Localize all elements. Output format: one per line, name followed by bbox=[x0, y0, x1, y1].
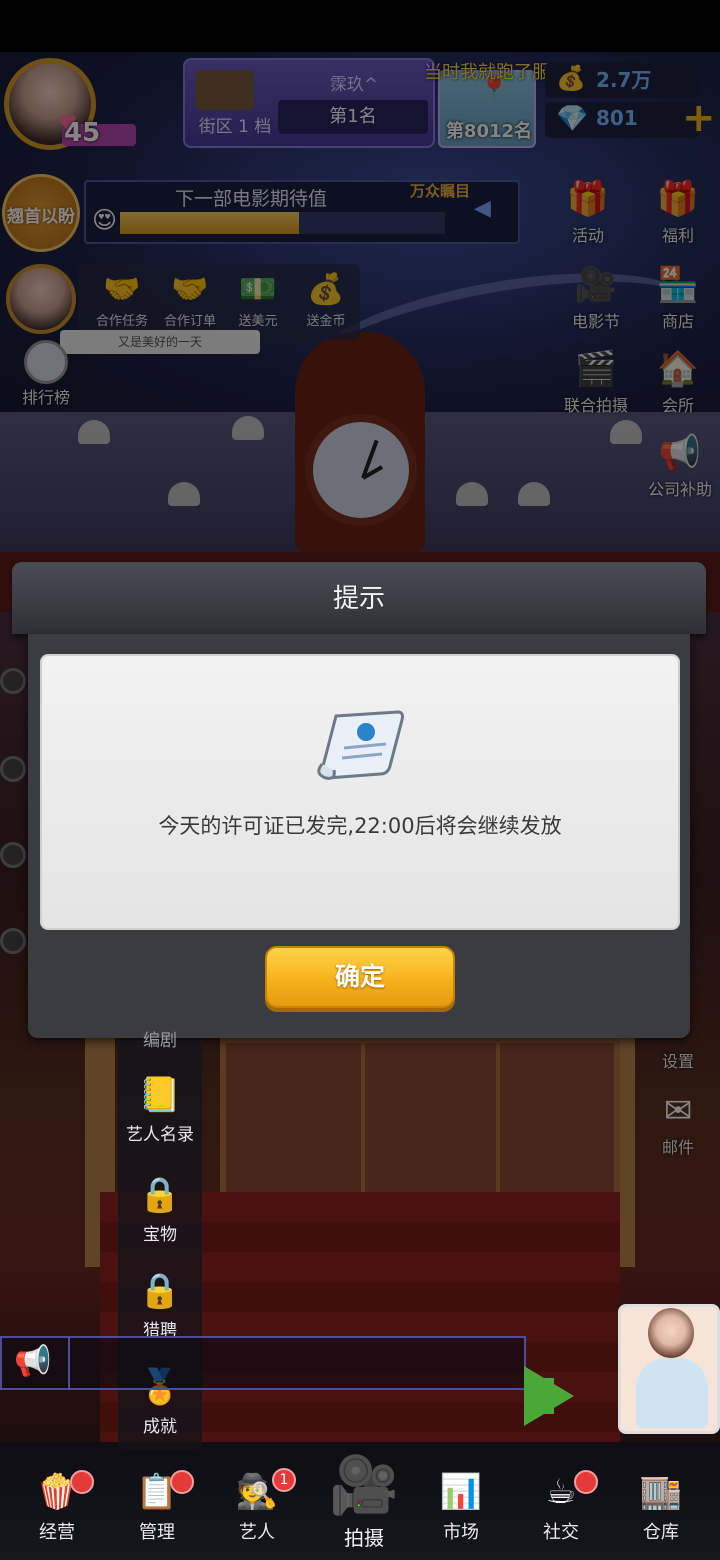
nav-market[interactable]: 📊 市场 bbox=[416, 1466, 506, 1544]
chat-separator bbox=[68, 1336, 70, 1390]
expand-arrow-icon[interactable] bbox=[524, 1366, 574, 1426]
menu-script[interactable]: 编剧 bbox=[118, 1026, 202, 1051]
menu-treasure[interactable]: 🔒 宝物 bbox=[118, 1170, 202, 1245]
dialog-content-card bbox=[40, 654, 680, 930]
confirm-button[interactable]: 确定 bbox=[265, 946, 455, 1008]
notification-dot bbox=[170, 1470, 194, 1494]
menu-headhunt[interactable]: 🔒 猎聘 bbox=[118, 1266, 202, 1341]
megaphone-icon[interactable]: 📢 bbox=[14, 1344, 51, 1379]
treasure-lock-icon: 🔒 bbox=[138, 1175, 182, 1215]
market-icon: 📊 bbox=[439, 1472, 483, 1512]
guide-character-head bbox=[648, 1308, 694, 1358]
film-camera-icon: 🎥 bbox=[329, 1453, 399, 1518]
license-scroll-icon bbox=[317, 710, 404, 780]
headhunt-lock-icon: 🔒 bbox=[138, 1271, 182, 1311]
notification-dot bbox=[70, 1470, 94, 1494]
nav-warehouse[interactable]: 🏬 仓库 bbox=[616, 1466, 706, 1544]
dialog-title: 提示 bbox=[332, 584, 385, 614]
nav-shoot[interactable]: 🎥 拍摄 bbox=[316, 1444, 412, 1551]
notification-dot bbox=[574, 1470, 598, 1494]
chat-bar[interactable] bbox=[0, 1336, 526, 1390]
notification-badge: 1 bbox=[272, 1468, 296, 1492]
menu-artist-directory[interactable]: 📒 艺人名录 bbox=[118, 1070, 202, 1145]
directory-icon: 📒 bbox=[138, 1075, 182, 1115]
guide-character-dress bbox=[636, 1358, 708, 1428]
dialog-message: 今天的许可证已发完,22:00后将会继续发放 bbox=[158, 814, 562, 838]
warehouse-icon: 🏬 bbox=[639, 1472, 683, 1512]
